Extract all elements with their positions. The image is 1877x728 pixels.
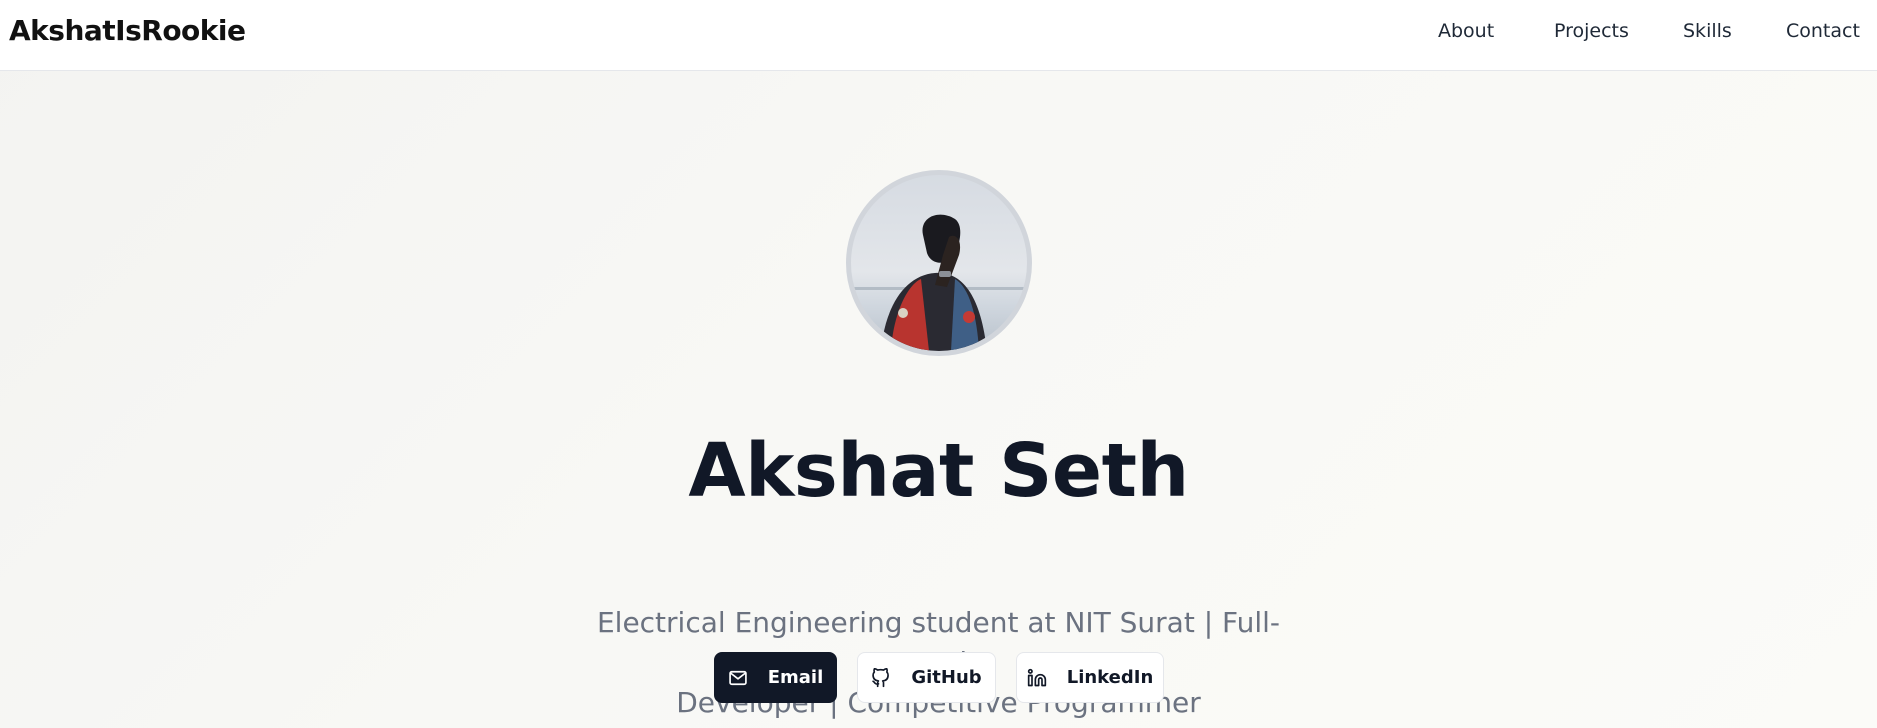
github-button-label: GitHub [911, 667, 982, 688]
hero-section: Akshat Seth Electrical Engineering stude… [0, 71, 1877, 728]
github-button[interactable]: GitHub [857, 652, 996, 703]
linkedin-button-label: LinkedIn [1066, 667, 1154, 688]
mail-icon [728, 668, 748, 688]
profile-avatar [846, 170, 1032, 356]
linkedin-button[interactable]: LinkedIn [1016, 652, 1164, 703]
nav-link-contact[interactable]: Contact [1786, 20, 1860, 42]
email-button-label: Email [767, 667, 824, 688]
hero-name-heading: Akshat Seth [688, 428, 1189, 514]
site-brand-logo[interactable]: AkshatIsRookie [9, 14, 246, 47]
nav-link-about[interactable]: About [1438, 20, 1494, 42]
email-button[interactable]: Email [714, 652, 837, 703]
top-navbar: AkshatIsRookie About Projects Skills Con… [0, 0, 1877, 71]
linkedin-icon [1027, 668, 1047, 688]
github-icon [871, 667, 891, 688]
profile-photo-illustration [851, 214, 1027, 351]
nav-link-projects[interactable]: Projects [1554, 20, 1629, 42]
nav-link-skills[interactable]: Skills [1683, 20, 1732, 42]
